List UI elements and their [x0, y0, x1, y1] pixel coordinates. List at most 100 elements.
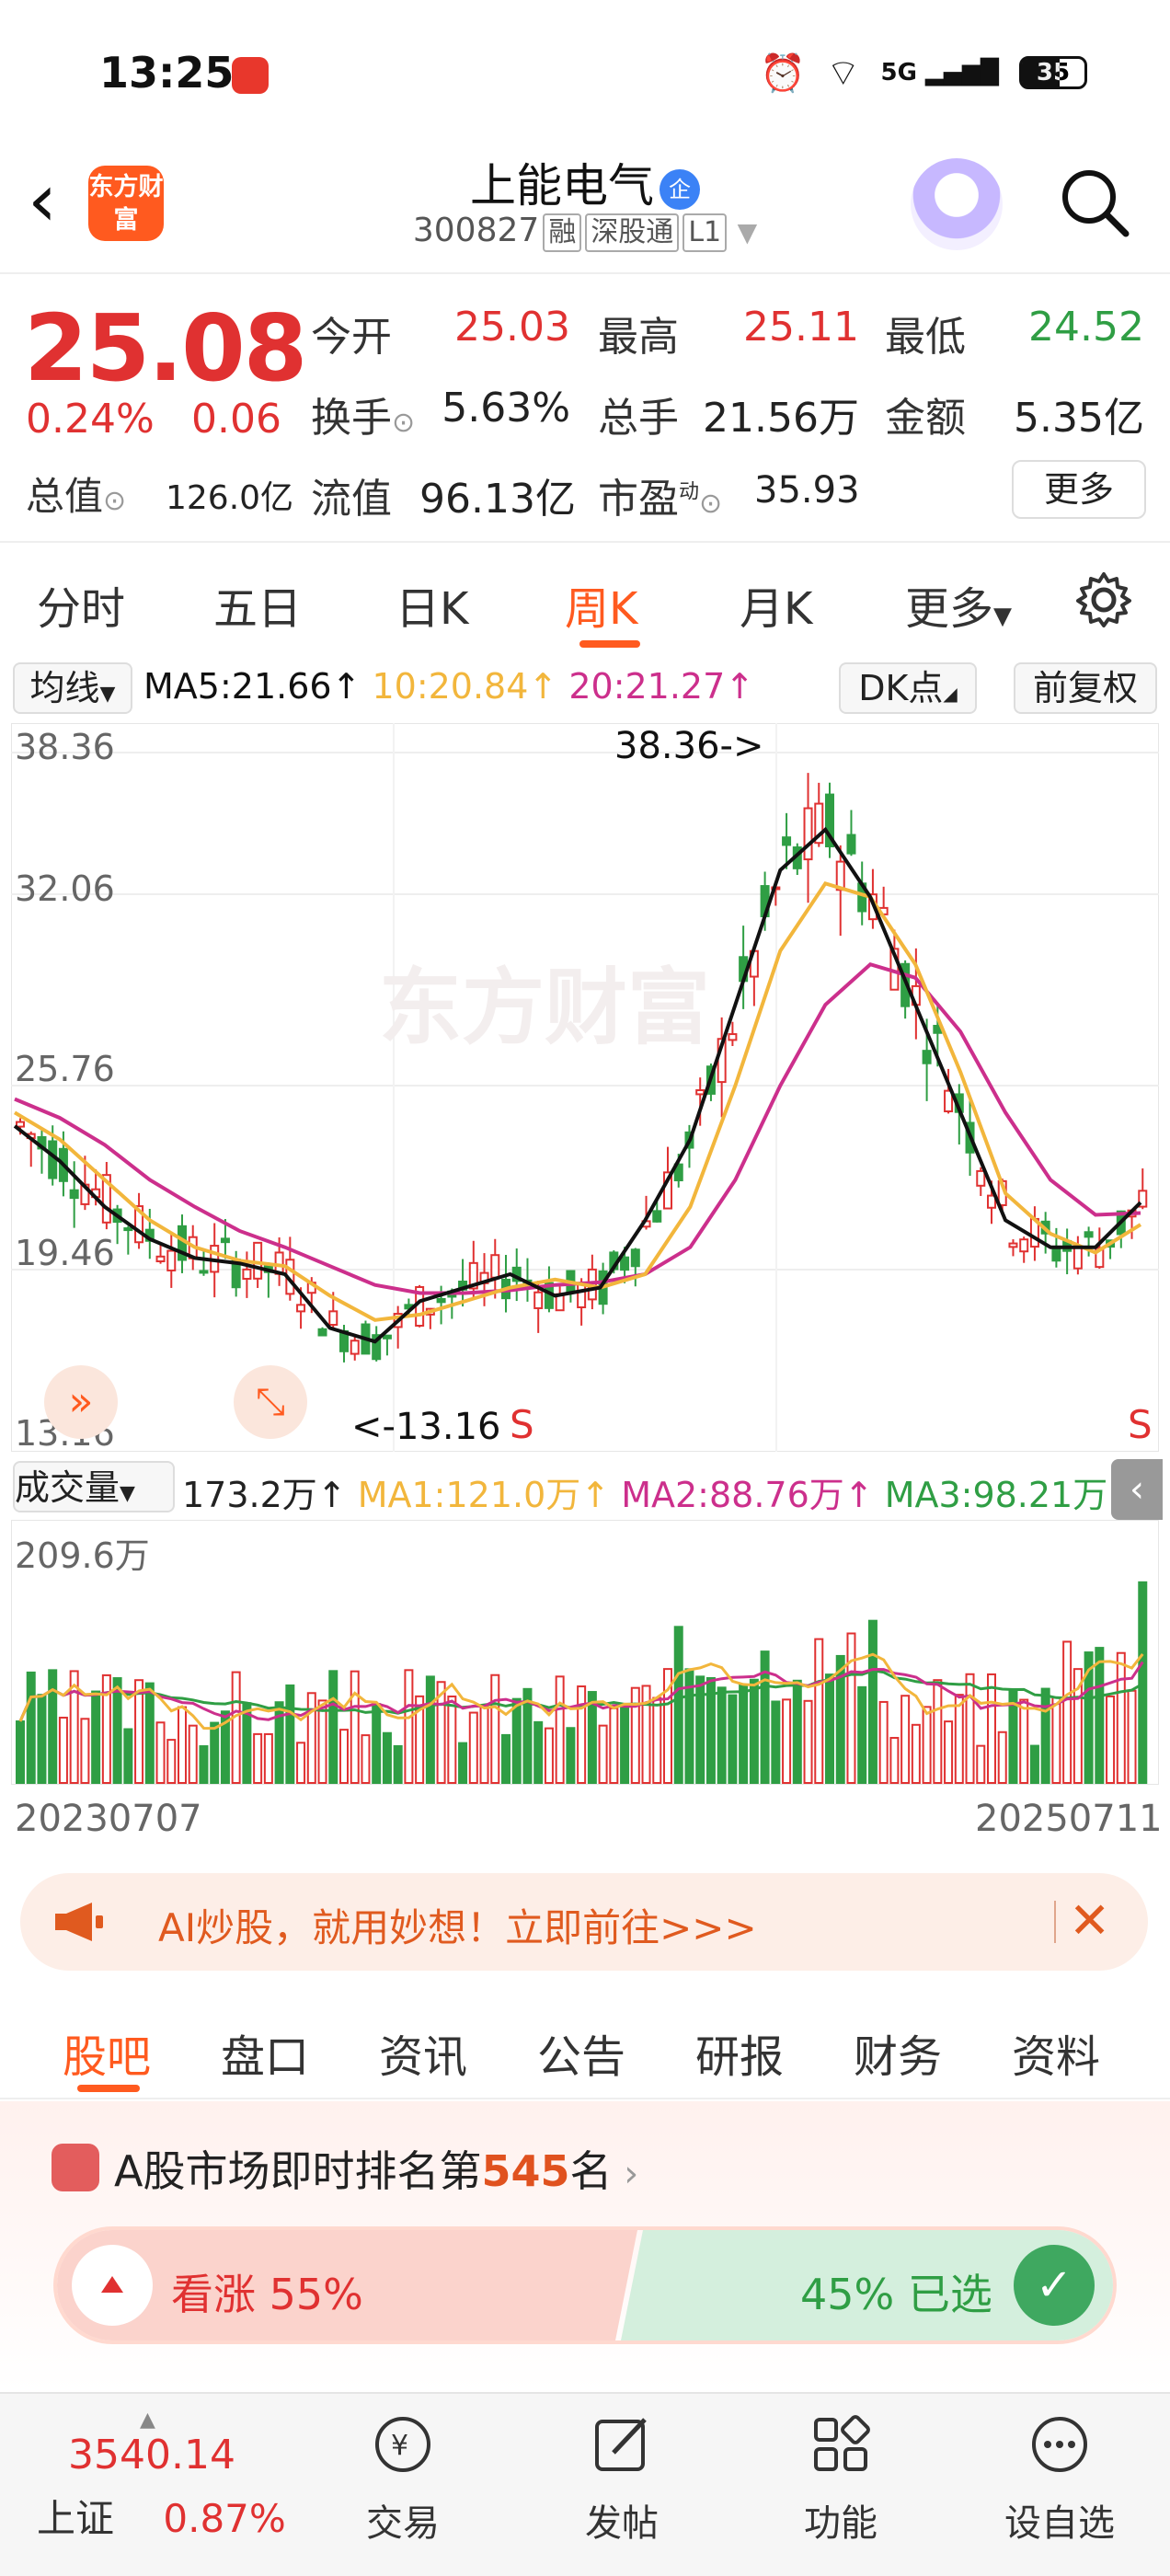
adjust-select[interactable]: 前复权 — [1014, 662, 1157, 714]
indicator-select[interactable]: 均线▼ — [13, 662, 132, 714]
volume-bar — [867, 1619, 878, 1785]
tab-forum[interactable]: 股吧 — [63, 2020, 151, 2085]
candle-body — [1084, 1231, 1094, 1238]
turnover-label[interactable]: 换手⊙ — [311, 385, 415, 443]
volume-bar — [1040, 1687, 1050, 1784]
candle-body — [620, 1256, 630, 1271]
volume-bar — [501, 1733, 510, 1785]
tab-research[interactable]: 研报 — [695, 2020, 784, 2085]
video-app-icon — [232, 57, 269, 94]
kline-chart[interactable]: 东方财富 — [11, 723, 1159, 1452]
tab-financials[interactable]: 财务 — [854, 2020, 942, 2085]
index-ticker[interactable]: ▲ 3540.14 上证 0.87% — [37, 2409, 313, 2544]
expand-panel-icon[interactable]: » — [44, 1365, 118, 1439]
volume-bar — [954, 1694, 964, 1784]
candle-body — [533, 1291, 544, 1309]
volume-bar — [533, 1720, 544, 1784]
amount-label: 金额 — [885, 395, 966, 442]
candle-body — [846, 834, 856, 855]
volume-bar — [80, 1718, 90, 1784]
arrow-up-icon[interactable] — [72, 2245, 153, 2326]
volume-bar — [425, 1675, 435, 1784]
volume-value: 21.56万 — [703, 395, 859, 442]
volume-bar — [328, 1670, 338, 1784]
info-icon[interactable]: ⊙ — [699, 488, 722, 520]
tab-intraday[interactable]: 分时 — [37, 572, 125, 637]
bottom-nav: ▲ 3540.14 上证 0.87% ¥ 交易 发帖 功能 设自选 — [0, 2392, 1170, 2576]
price-axis-top: 38.36 — [15, 727, 115, 767]
candle-body — [976, 1169, 986, 1187]
volume-bar — [1127, 1689, 1137, 1785]
nav-post-label: 发帖 — [585, 2502, 659, 2545]
vol-ma2: MA2:88.76万 — [621, 1475, 844, 1515]
date-axis-start: 20230707 — [15, 1798, 202, 1840]
volume-indicator-select[interactable]: 成交量▼ — [13, 1461, 175, 1512]
cellular-icon: 5G ▂▄▆█ — [880, 59, 999, 86]
more-quote-button[interactable]: 更多 — [1012, 460, 1146, 519]
info-icon[interactable]: ⊙ — [103, 485, 126, 517]
volume-bar — [728, 1694, 738, 1784]
ai-promo-banner[interactable]: AI炒股，就用妙想！立即前往>>> ✕ — [20, 1873, 1148, 1971]
tab-more-periods[interactable]: 更多▼ — [905, 572, 1012, 637]
dk-point-toggle[interactable]: DK点◢ — [839, 662, 977, 714]
pe-label[interactable]: 市盈动⊙ — [598, 466, 722, 524]
ma10-value: 10:20.84 — [372, 666, 529, 707]
ai-promo-text: AI炒股，就用妙想！立即前往>>> — [158, 1905, 757, 1950]
candle-body — [16, 1121, 25, 1128]
volume-bar — [458, 1742, 468, 1785]
nav-functions[interactable]: 功能 — [758, 2412, 923, 2547]
gear-icon[interactable] — [1074, 570, 1133, 629]
nav-trade[interactable]: ¥ 交易 — [320, 2412, 486, 2547]
dropdown-icon[interactable]: ▼ — [738, 217, 758, 247]
status-icons: ⏰ ⌔ 5G ▂▄▆█ 35 — [760, 50, 1087, 96]
volume-bar — [134, 1679, 144, 1784]
volume-bar — [846, 1632, 856, 1784]
info-icon[interactable]: ⊙ — [392, 407, 415, 439]
tab-monthly-k[interactable]: 月K — [740, 572, 812, 637]
fullscreen-icon[interactable]: ⤡ — [234, 1365, 307, 1439]
volume-bar — [16, 1720, 25, 1784]
volume-chart[interactable] — [11, 1520, 1159, 1785]
float-cap-value: 96.13亿 — [419, 476, 576, 523]
tab-five-day[interactable]: 五日 — [213, 572, 302, 637]
ma20-value: 20:21.27 — [568, 666, 726, 707]
search-icon[interactable] — [1058, 166, 1131, 239]
low-marker: <-13.16 — [351, 1406, 501, 1448]
high-label: 最高 — [598, 314, 679, 361]
info-tabs: 股吧 盘口 资讯 公告 研报 财务 资料 — [0, 1993, 1170, 2099]
tab-weekly-k[interactable]: 周K — [565, 572, 637, 637]
volume-bar — [361, 1734, 371, 1785]
volume-bar — [803, 1699, 813, 1785]
candle-body — [123, 1227, 133, 1232]
tab-profile[interactable]: 资料 — [1012, 2020, 1100, 2085]
volume-bar — [1095, 1647, 1105, 1784]
close-icon[interactable]: ✕ — [1069, 1892, 1110, 1949]
nav-add-watchlist[interactable]: 设自选 — [977, 2412, 1142, 2547]
candle-body — [155, 1255, 166, 1263]
candle-body — [436, 1297, 446, 1304]
tab-orderbook[interactable]: 盘口 — [221, 2020, 309, 2085]
low-label: 最低 — [885, 314, 966, 361]
ai-robot-avatar[interactable] — [911, 158, 1003, 250]
tab-announcements[interactable]: 公告 — [537, 2020, 625, 2085]
nav-post[interactable]: 发帖 — [539, 2412, 705, 2547]
volume-bar — [1106, 1695, 1116, 1785]
volume-bar — [771, 1700, 781, 1785]
candle-body — [1072, 1246, 1083, 1270]
collapse-icon[interactable]: ‹ — [1111, 1459, 1163, 1520]
candle-body — [630, 1248, 640, 1268]
volume-bar — [479, 1705, 489, 1785]
volume-axis-max: 209.6万 — [15, 1535, 150, 1576]
ranking-text[interactable]: A股市场即时排名第545名 › — [114, 2138, 638, 2199]
stock-code: 300827 — [412, 212, 540, 249]
tab-news[interactable]: 资讯 — [379, 2020, 467, 2085]
market-cap-label[interactable]: 总值⊙ — [26, 466, 126, 522]
float-cap-label: 流值 — [311, 476, 392, 523]
edit-icon — [595, 2418, 647, 2471]
tag-level: L1 — [682, 213, 728, 252]
dropdown-icon: ▼ — [99, 683, 116, 706]
nav-add-watchlist-label: 设自选 — [1004, 2502, 1115, 2545]
volume-bar — [1051, 1696, 1061, 1784]
tab-daily-k[interactable]: 日K — [396, 572, 468, 637]
volume-bar — [144, 1682, 155, 1784]
